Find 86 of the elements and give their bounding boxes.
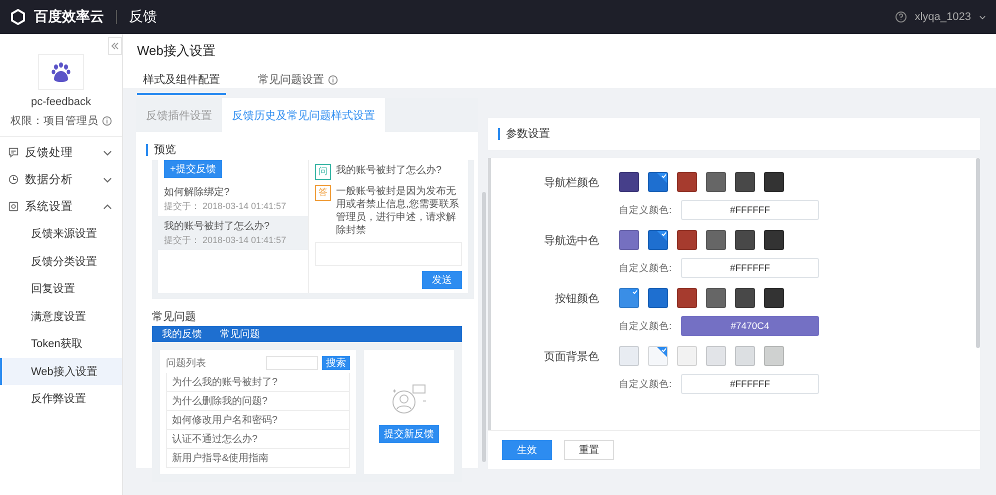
color-swatch[interactable] [764,288,784,308]
setting-label: 页面背景色 [543,350,600,364]
tab[interactable]: 常见问题设置 [252,70,344,95]
custom-color-label: 自定义颜色: [619,320,673,332]
chevron-icon [103,204,112,210]
color-swatch[interactable] [677,346,697,366]
custom-color-field[interactable]: #FFFFFF [681,374,819,394]
question-item: 为什么我的账号被封了? [166,373,350,392]
clock-icon [8,174,19,185]
page-title: Web接入设置 [137,42,216,60]
color-swatch[interactable] [764,346,784,366]
setting-label: 导航选中色 [543,234,600,248]
color-swatch[interactable] [648,288,668,308]
chat-icon [8,147,19,158]
nav-item[interactable]: Token获取 [0,330,122,358]
scrollbar[interactable] [976,158,980,348]
color-swatch[interactable] [706,288,726,308]
color-swatch[interactable] [648,230,668,250]
color-swatch[interactable] [677,172,697,192]
color-swatch[interactable] [764,172,784,192]
faq-nav-bar: 我的反馈 常见问题 [152,326,462,342]
question-item: 为什么删除我的问题? [166,392,350,411]
section-title: 预览 [146,144,478,156]
custom-color-field[interactable]: #7470C4 [681,316,819,336]
color-swatch[interactable] [619,230,639,250]
logo-icon [10,9,26,25]
reset-button[interactable]: 重置 [564,440,614,460]
collapse-button[interactable] [108,37,122,55]
color-swatch[interactable] [706,172,726,192]
color-swatch[interactable] [677,230,697,250]
color-swatch[interactable] [648,346,668,366]
question-item: 如何修改用户名和密码? [166,411,350,430]
nav-item[interactable]: 回复设置 [0,275,122,302]
paw-icon [49,60,73,84]
nav-group[interactable]: 反馈处理 [0,139,122,166]
color-swatch[interactable] [648,172,668,192]
project-name: pc-feedback [31,96,91,108]
list-label: 问题列表 [166,356,207,370]
scrollbar[interactable] [482,192,486,462]
chevron-icon [103,176,112,182]
brand-name: 百度效率云 [34,8,104,26]
color-swatch[interactable] [706,230,726,250]
product-name: 反馈 [129,8,157,26]
info-icon [102,116,112,126]
faq-title: 常见问题 [152,310,197,324]
message-text: 我的账号被封了怎么办? [336,164,442,178]
custom-color-field[interactable]: #FFFFFF [681,258,819,278]
message-badge: 问 [315,164,331,180]
settings-icon [8,201,19,212]
color-swatch[interactable] [619,172,639,192]
nav-item[interactable]: Web接入设置 [0,358,122,385]
message-badge: 答 [315,185,331,201]
message-text: 一般账号被封是因为发布无用或者禁止信息,您需要联系管理员，进行申述，请求解除封禁 [336,185,460,237]
color-swatch[interactable] [706,346,726,366]
color-swatch[interactable] [764,230,784,250]
color-swatch[interactable] [735,172,755,192]
tab[interactable]: 样式及组件配置 [137,70,226,95]
user-name[interactable]: xlyqa_1023 [914,11,971,23]
nav-group[interactable]: 系统设置 [0,193,122,220]
nav-item[interactable]: 反作弊设置 [0,385,122,412]
section-title: 参数设置 [498,128,550,140]
chevron-icon [103,150,112,156]
color-swatch[interactable] [735,346,755,366]
help-icon[interactable] [894,11,907,23]
color-swatch[interactable] [677,288,697,308]
custom-color-label: 自定义颜色: [619,262,673,274]
question-item: 认证不通过怎么办? [166,430,350,449]
custom-color-field[interactable]: #FFFFFF [681,200,819,220]
history-item: 我的账号被封了怎么办? 提交于： 2018-03-14 01:41:57 [158,216,308,250]
role-label: 权限：项目管理员 [10,114,98,128]
color-swatch[interactable] [735,288,755,308]
color-swatch[interactable] [619,288,639,308]
nav-item[interactable]: 反馈分类设置 [0,248,122,275]
caret-icon[interactable] [979,14,986,20]
question-item: 新用户指导&使用指南 [166,449,350,468]
custom-color-label: 自定义颜色: [619,204,673,216]
nav-item[interactable]: 满意度设置 [0,302,122,330]
custom-color-label: 自定义颜色: [619,378,673,390]
color-swatch[interactable] [735,230,755,250]
nav-item[interactable]: 反馈来源设置 [0,220,122,248]
nav-group[interactable]: 数据分析 [0,166,122,193]
double-chevron-icon[interactable] [111,42,119,50]
setting-label: 按钮颜色 [554,292,600,306]
setting-label: 导航栏颜色 [543,176,600,190]
history-item: 如何解除绑定? 提交于： 2018-03-14 01:41:57 [163,186,288,213]
color-swatch[interactable] [619,346,639,366]
